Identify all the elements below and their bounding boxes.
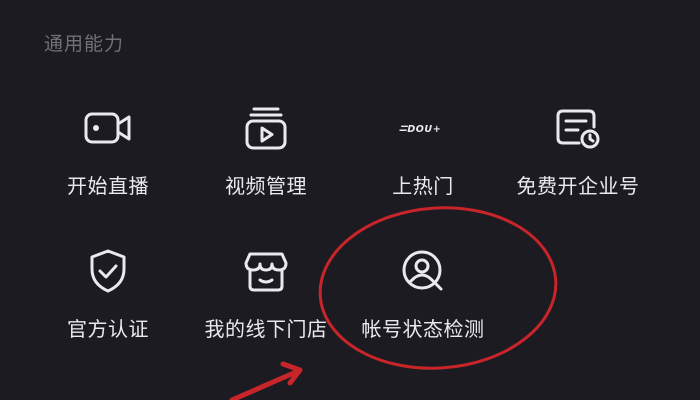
shield-check-icon <box>80 243 136 299</box>
grid-item-start-live[interactable]: 开始直播 <box>28 100 188 210</box>
dou-plus-icon: DOU+ <box>395 100 451 156</box>
grid-item-label: 我的线下门店 <box>204 317 328 341</box>
grid-item-account-status-check[interactable]: 帐号状态检测 <box>343 243 503 353</box>
grid-item-my-offline-store[interactable]: 我的线下门店 <box>186 243 346 353</box>
section-title: 通用能力 <box>44 33 125 55</box>
grid-item-label: 帐号状态检测 <box>361 317 485 341</box>
dou-plus-text: DOU+ <box>407 124 441 135</box>
grid-item-video-management[interactable]: 视频管理 <box>186 100 346 210</box>
general-abilities-panel: 通用能力 开始直播 视频管理 DOU+ 上热门 免费开企业号 官方认证 我的线下… <box>0 0 700 400</box>
live-camera-icon <box>80 100 136 156</box>
grid-item-label: 开始直播 <box>67 174 149 198</box>
grid-item-label: 上热门 <box>392 174 454 198</box>
account-status-icon <box>395 243 451 299</box>
grid-item-label: 官方认证 <box>67 317 149 341</box>
video-management-icon <box>238 100 294 156</box>
grid-item-label: 免费开企业号 <box>516 174 640 198</box>
store-icon <box>238 243 294 299</box>
grid-item-label: 视频管理 <box>225 174 307 198</box>
grid-item-dou-plus[interactable]: DOU+ 上热门 <box>343 100 503 210</box>
enterprise-account-icon <box>550 100 606 156</box>
grid-item-free-enterprise-account[interactable]: 免费开企业号 <box>498 100 658 210</box>
grid-item-official-verification[interactable]: 官方认证 <box>28 243 188 353</box>
